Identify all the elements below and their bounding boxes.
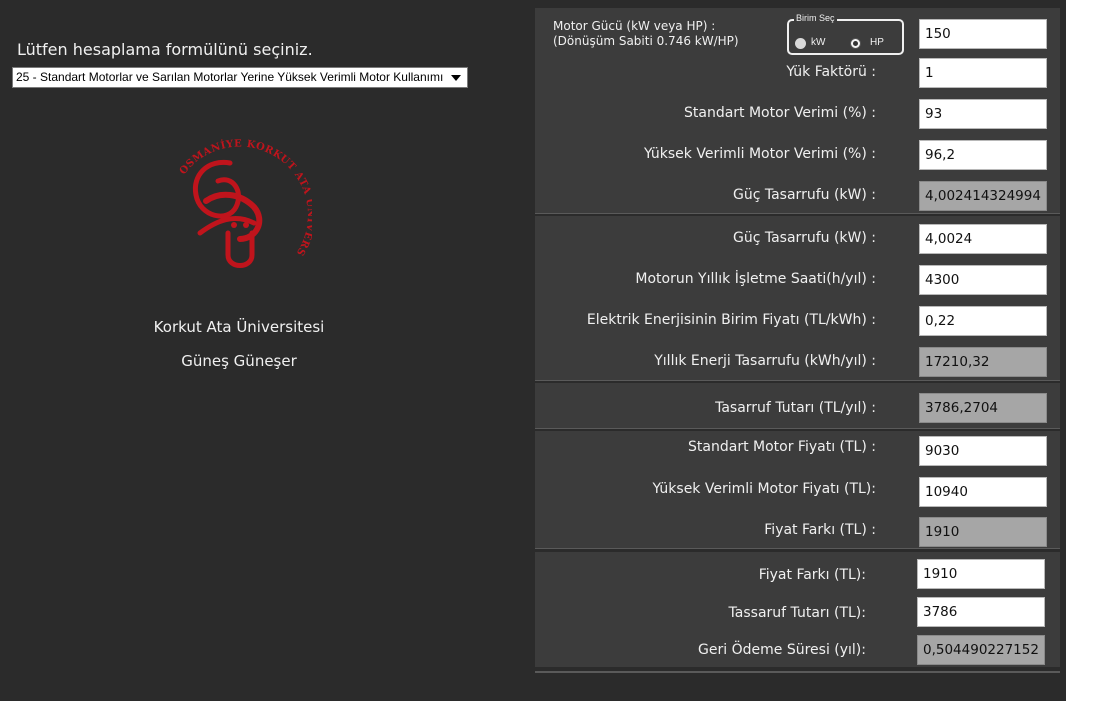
payback-price-difference-input[interactable]: 1910 [917, 559, 1045, 589]
payback-saving-label: Tassaruf Tutarı (TL): [728, 605, 866, 621]
formula-dropdown[interactable]: 25 - Standart Motorlar ve Sarılan Motorl… [12, 67, 468, 88]
unit-hp-label: HP [870, 37, 884, 48]
load-factor-label: Yük Faktörü : [786, 64, 876, 80]
author-name: Güneş Güneşer [181, 352, 297, 370]
university-name: Korkut Ata Üniversitesi [153, 318, 325, 336]
load-factor-input[interactable]: 1 [919, 58, 1047, 88]
high-efficiency-price-label: Yüksek Verimli Motor Fiyatı (TL): [652, 481, 876, 497]
electricity-price-input[interactable]: 0,22 [919, 306, 1047, 336]
motor-power-label: Motor Gücü (kW veya HP) : (Dönüşüm Sabit… [553, 19, 739, 49]
high-efficiency-price-input[interactable]: 10940 [919, 477, 1047, 507]
standard-efficiency-input[interactable]: 93 [919, 99, 1047, 129]
payback-price-difference-label: Fiyat Farkı (TL): [758, 567, 866, 583]
standard-motor-price-label: Standart Motor Fiyatı (TL) : [688, 439, 876, 455]
annual-energy-saving-result: 17210,32 [919, 347, 1047, 377]
power-saving-label: Güç Tasarrufu (kW) : [733, 187, 876, 203]
power-saving-result: 4,002414324994 [919, 181, 1047, 211]
power-saving-input[interactable]: 4,0024 [919, 224, 1047, 254]
chevron-down-icon[interactable] [451, 75, 461, 81]
motor-power-label-line2: (Dönüşüm Sabiti 0.746 kW/HP) [553, 34, 739, 48]
university-logo: OSMANİYE KORKUT ATA ÜNİVERSİTESİ [170, 135, 312, 268]
motor-power-label-line1: Motor Gücü (kW veya HP) : [553, 19, 716, 33]
electricity-price-label: Elektrik Enerjisinin Birim Fiyatı (TL/kW… [586, 312, 876, 328]
divider [535, 380, 1060, 381]
divider [535, 428, 1060, 429]
payback-period-result: 0,504490227152 [917, 635, 1045, 665]
annual-hours-input[interactable]: 4300 [919, 265, 1047, 295]
saving-amount-result: 3786,2704 [919, 393, 1047, 423]
formula-selected-value: 25 - Standart Motorlar ve Sarılan Motorl… [16, 70, 444, 84]
unit-select-legend: Birim Seç [794, 13, 837, 23]
annual-hours-label: Motorun Yıllık İşletme Saati(h/yıl) : [635, 271, 876, 287]
divider [535, 548, 1060, 549]
payback-period-label: Geri Ödeme Süresi (yıl): [698, 642, 866, 658]
motor-power-input[interactable]: 150 [919, 19, 1047, 49]
price-difference-label: Fiyat Farkı (TL) : [764, 522, 876, 538]
standard-efficiency-label: Standart Motor Verimi (%) : [683, 105, 876, 121]
divider [535, 671, 1060, 673]
annual-energy-saving-label: Yıllık Enerji Tasarrufu (kWh/yıl) : [654, 353, 876, 369]
divider [535, 213, 1060, 214]
unit-kw-label: kW [811, 37, 826, 48]
formula-prompt: Lütfen hesaplama formülünü seçiniz. [17, 40, 313, 59]
high-efficiency-label: Yüksek Verimli Motor Verimi (%) : [643, 146, 876, 162]
app-window: Lütfen hesaplama formülünü seçiniz. 25 -… [0, 0, 1066, 701]
price-difference-result: 1910 [919, 517, 1047, 547]
unit-select-group: Birim Seç kW HP [787, 13, 904, 55]
power-saving-input-label: Güç Tasarrufu (kW) : [733, 230, 876, 246]
unit-hp-radio[interactable] [850, 38, 861, 49]
saving-amount-label: Tasarruf Tutarı (TL/yıl) : [715, 400, 876, 416]
payback-saving-input[interactable]: 3786 [917, 597, 1045, 627]
standard-motor-price-input[interactable]: 9030 [919, 436, 1047, 466]
unit-kw-radio[interactable] [795, 38, 806, 49]
high-efficiency-input[interactable]: 96,2 [919, 140, 1047, 170]
